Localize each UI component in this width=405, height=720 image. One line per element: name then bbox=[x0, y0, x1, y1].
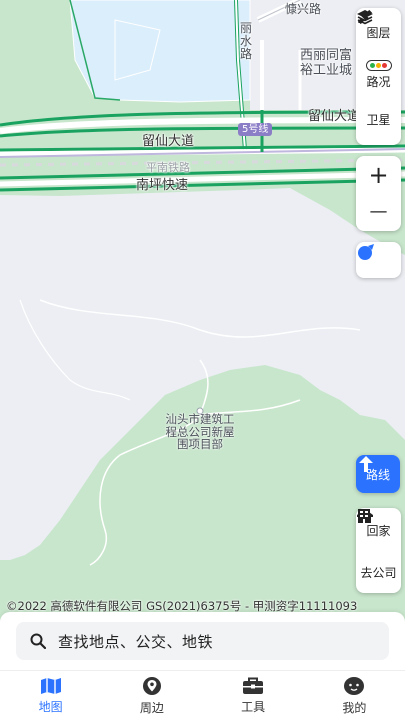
search-panel: 查找地点、公交、地铁 bbox=[0, 612, 405, 670]
map-label-road: 留仙大道 bbox=[142, 134, 195, 149]
location-icon bbox=[358, 244, 374, 260]
nav-tab-label: 地图 bbox=[38, 699, 63, 714]
building-icon bbox=[358, 509, 370, 523]
zoom-out-button[interactable]: — bbox=[356, 193, 401, 230]
layers-label: 图层 bbox=[366, 25, 391, 40]
search-input[interactable]: 查找地点、公交、地铁 bbox=[16, 622, 389, 660]
nav-tab-label: 工具 bbox=[241, 699, 266, 714]
route-button[interactable]: 路线 bbox=[356, 455, 400, 493]
satellite-button[interactable]: 卫星 bbox=[356, 9, 401, 140]
search-placeholder: 查找地点、公交、地铁 bbox=[58, 632, 214, 651]
nav-tab-label: 周边 bbox=[139, 700, 164, 715]
nav-tab-nearby[interactable]: 周边 bbox=[101, 671, 202, 720]
map-icon bbox=[40, 677, 61, 694]
satellite-icon bbox=[357, 9, 373, 25]
map-label-railway: 平南铁路 bbox=[146, 161, 190, 174]
nav-tab-map[interactable]: 地图 bbox=[0, 671, 101, 720]
map-label-poi[interactable]: 汕头市建筑工 程总公司新屋 围项目部 bbox=[155, 413, 245, 451]
bottom-nav: 地图 周边 工具 我的 bbox=[0, 670, 405, 720]
map-view[interactable]: 慷兴路 丽 水 路 西丽同富 裕工业城 留仙大道 留仙大道 5号线 平南铁路 南… bbox=[0, 0, 405, 615]
nearby-icon bbox=[142, 676, 161, 695]
map-label-road: 南坪快速 bbox=[136, 178, 189, 193]
nav-tab-label: 我的 bbox=[342, 700, 367, 715]
satellite-label: 卫星 bbox=[366, 112, 391, 127]
map-layer-controls: 图层 路况 卫星 bbox=[356, 8, 401, 145]
locate-button[interactable] bbox=[356, 242, 401, 278]
metro-line-badge: 5号线 bbox=[238, 123, 273, 136]
traffic-icon bbox=[365, 60, 392, 71]
shortcut-controls: 回家 去公司 bbox=[356, 508, 401, 593]
profile-icon bbox=[344, 676, 365, 695]
nav-tab-profile[interactable]: 我的 bbox=[304, 671, 405, 720]
map-label-road: 慷兴路 bbox=[285, 2, 322, 16]
map-canvas bbox=[0, 0, 405, 615]
go-home-label: 回家 bbox=[366, 523, 391, 538]
nav-tab-tools[interactable]: 工具 bbox=[203, 671, 304, 720]
traffic-button[interactable]: 路况 bbox=[356, 54, 401, 96]
search-icon bbox=[30, 633, 46, 649]
route-arrow-icon bbox=[359, 456, 373, 472]
map-label-area: 西丽同富 裕工业城 bbox=[300, 48, 353, 78]
go-company-label: 去公司 bbox=[360, 565, 397, 580]
zoom-controls: + — bbox=[356, 156, 401, 231]
zoom-in-button[interactable]: + bbox=[356, 156, 401, 193]
map-label-road: 丽 水 路 bbox=[240, 21, 253, 61]
map-label-road: 留仙大道 bbox=[308, 109, 361, 124]
traffic-label: 路况 bbox=[366, 75, 391, 89]
go-company-button[interactable]: 去公司 bbox=[356, 509, 401, 592]
toolbox-icon bbox=[243, 677, 264, 694]
